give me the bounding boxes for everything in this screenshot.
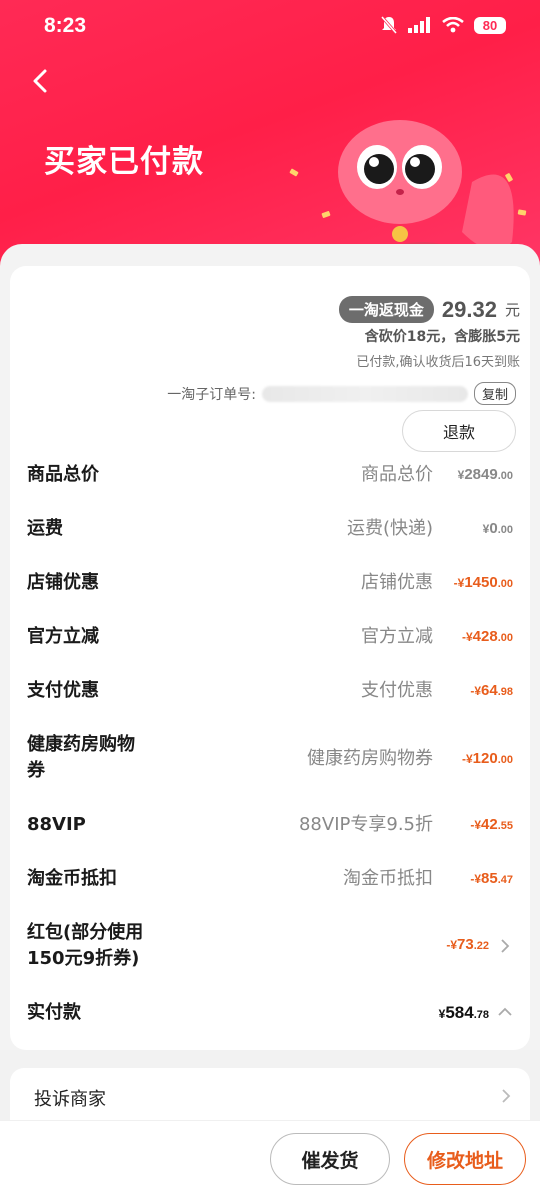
fee-amount: -¥85.47 [470,870,513,887]
fee-label: 88VIP [27,814,86,835]
page-title: 买家已付款 [44,144,204,180]
fee-label: 官方立减 [27,626,99,647]
fee-amount: -¥120.00 [462,750,513,767]
chevron-right-icon[interactable] [499,938,511,954]
fee-row-official-discount: 官方立减 官方立减 -¥428.00 [27,624,513,650]
status-bar: 8:23 80 [0,0,540,54]
fee-amount: ¥2849.00 [457,466,513,483]
back-arrow-icon[interactable] [26,66,56,96]
cashback-badge: 一淘返现金 [338,296,434,323]
fee-desc: 支付优惠 [361,680,433,701]
complain-merchant-label: 投诉商家 [34,1089,106,1110]
fee-desc: 运费(快递) [346,518,433,539]
change-address-button[interactable]: 修改地址 [404,1133,526,1185]
fee-label: 支付优惠 [27,680,99,701]
fee-row-store-discount: 店铺优惠 店铺优惠 -¥1450.00 [27,570,513,596]
fee-amount: -¥1450.00 [453,574,513,591]
fee-amount: -¥42.55 [470,816,513,833]
order-detail-card: 一淘返现金 29.32 元 含砍价18元，含膨胀5元 已付款,确认收货后16天到… [0,244,540,1050]
fee-label: 健康药房购物券 [27,734,135,781]
wifi-icon [442,17,464,33]
order-number-label: 一淘子订单号: [167,386,256,403]
fee-amount: -¥73.22 [446,936,489,953]
fee-amount: -¥64.98 [470,682,513,699]
fee-row-pharmacy-coupon: 健康药房购物券 健康药房购物券 -¥120.00 [27,732,513,784]
fee-label: 店铺优惠 [27,572,99,593]
mute-bell-icon [380,16,398,34]
cashback-breakdown: 含砍价18元，含膨胀5元 [364,329,520,345]
fee-desc: 商品总价 [361,464,433,485]
fee-row-payment-discount: 支付优惠 支付优惠 -¥64.98 [27,678,513,704]
status-icons: 80 [380,15,506,35]
fee-label: 商品总价 [27,464,99,485]
fee-label: 运费 [27,518,63,539]
battery-indicator: 80 [474,16,506,34]
cashback-unit: 元 [504,301,520,319]
fee-desc: 官方立减 [361,626,433,647]
fee-row-88vip: 88VIP 88VIP专享9.5折 -¥42.55 [27,812,513,838]
fee-label: 红包(部分使用 150元9折券) [27,922,144,969]
chevron-right-icon [502,1089,511,1103]
fee-row-taojinbi: 淘金币抵扣 淘金币抵扣 -¥85.47 [27,866,513,892]
fee-amount: -¥428.00 [462,628,513,645]
fee-desc: 店铺优惠 [361,572,433,593]
complain-merchant-row[interactable]: 投诉商家 [10,1068,530,1126]
order-number-row: 一淘子订单号: 复制 [167,382,516,405]
fee-row-actual-paid[interactable]: 实付款 ¥584.78 [27,1000,513,1026]
refund-button[interactable]: 退款 [402,410,516,452]
cashback-row: 一淘返现金 29.32 元 [338,296,520,323]
fee-row-shipping: 运费 运费(快递) ¥0.00 [27,516,513,542]
status-time: 8:23 [44,14,87,37]
fee-amount: ¥0.00 [482,520,513,537]
fee-label: 淘金币抵扣 [27,868,117,889]
bottom-action-bar: 催发货 修改地址 [0,1120,540,1200]
signal-icon [408,17,430,33]
cashback-amount: 29.32 [441,296,497,322]
fee-label: 实付款 [27,1002,81,1023]
urge-shipment-button[interactable]: 催发货 [270,1133,390,1185]
copy-button[interactable]: 复制 [473,382,516,405]
cashback-arrival-note: 已付款,确认收货后16天到账 [356,355,520,370]
fee-desc: 健康药房购物券 [307,748,433,769]
confetti-decoration [289,168,299,177]
chevron-up-icon[interactable] [497,1006,513,1018]
fee-row-goods-total: 商品总价 商品总价 ¥2849.00 [27,462,513,488]
fee-desc: 88VIP专享9.5折 [298,814,433,835]
fee-amount: ¥584.78 [438,1003,489,1022]
order-number-redacted [261,385,468,402]
fee-row-red-packet[interactable]: 红包(部分使用 150元9折券) -¥73.22 [27,920,513,972]
order-detail-panel: 一淘返现金 29.32 元 含砍价18元，含膨胀5元 已付款,确认收货后16天到… [10,266,530,1050]
fee-desc: 淘金币抵扣 [343,868,433,889]
